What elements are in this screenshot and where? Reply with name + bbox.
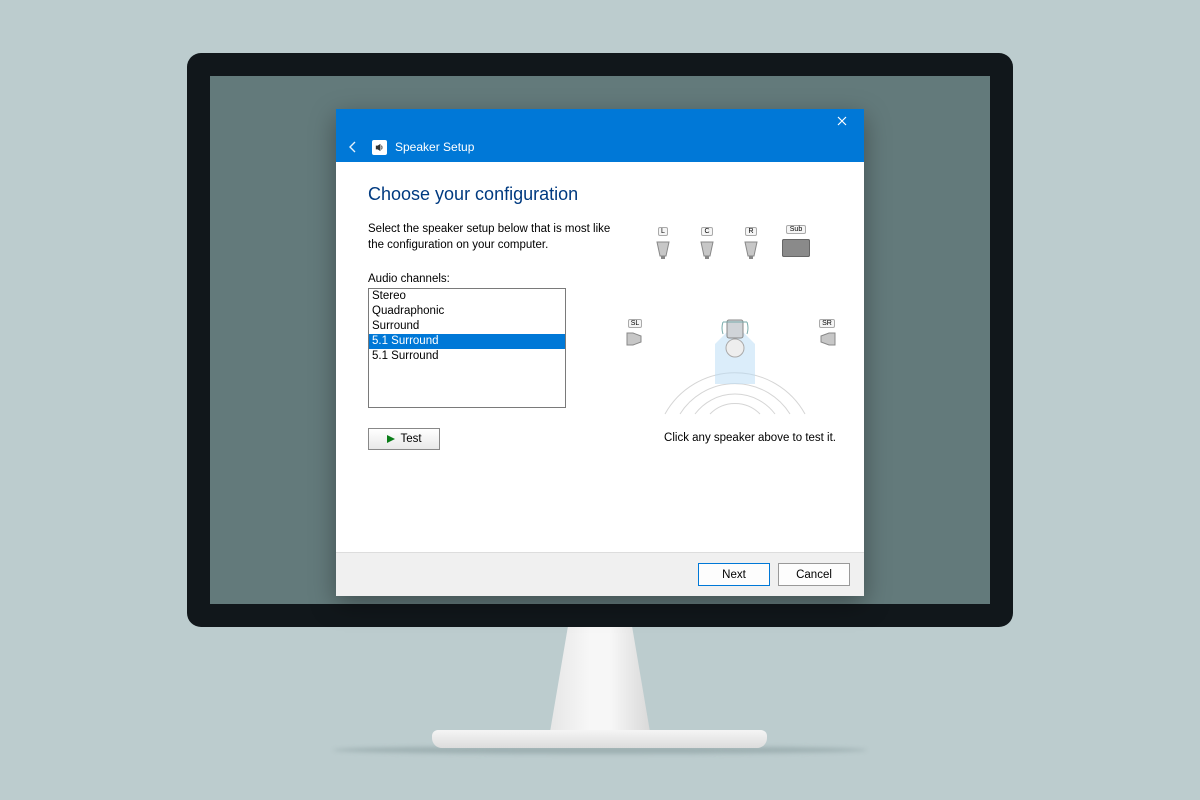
next-button-label: Next: [722, 569, 746, 581]
dialog-footer: Next Cancel: [336, 552, 864, 596]
speaker-side-icon: [817, 330, 837, 348]
dialog-titlebar-top: [336, 109, 864, 132]
speaker-right-label: R: [745, 227, 756, 236]
subtext-line1: Select the speaker setup below that is m…: [368, 223, 610, 235]
speaker-side-left-label: SL: [628, 319, 643, 328]
audio-channels-listbox[interactable]: StereoQuadraphonicSurround5.1 Surround5.…: [368, 288, 566, 408]
monitor-stand-neck: [550, 626, 650, 732]
speaker-side-right-label: SR: [819, 319, 835, 328]
close-icon: [837, 116, 847, 126]
cancel-button[interactable]: Cancel: [778, 563, 850, 586]
test-button-label: Test: [400, 433, 421, 445]
channel-option[interactable]: Surround: [369, 319, 565, 334]
speaker-side-left[interactable]: SL: [624, 312, 646, 348]
test-button[interactable]: Test: [368, 428, 440, 450]
back-arrow-icon: [347, 141, 359, 153]
speaker-center[interactable]: C: [696, 220, 718, 260]
speaker-cone-icon: [654, 238, 672, 260]
speaker-sub-label: Sub: [786, 225, 806, 234]
speaker-diagram: L C R Sub: [630, 218, 840, 398]
speaker-icon: [372, 140, 387, 155]
monitor-screen: Speaker Setup Choose your configuration …: [210, 76, 990, 604]
speaker-right[interactable]: R: [740, 220, 762, 260]
back-button[interactable]: [342, 136, 364, 158]
page-title: Choose your configuration: [368, 184, 832, 205]
monitor-stand-base: [432, 730, 767, 748]
channel-option[interactable]: Stereo: [369, 289, 565, 304]
channel-option[interactable]: 5.1 Surround: [369, 334, 565, 349]
channel-option[interactable]: Quadraphonic: [369, 304, 565, 319]
subwoofer-icon: [782, 239, 810, 257]
speaker-sub[interactable]: Sub: [782, 218, 810, 257]
speaker-center-label: C: [701, 227, 712, 236]
subtext: Select the speaker setup below that is m…: [368, 221, 638, 253]
close-button[interactable]: [820, 109, 864, 132]
listener-icon: [717, 316, 753, 360]
speaker-left-label: L: [658, 227, 668, 236]
speaker-left[interactable]: L: [652, 220, 674, 260]
channel-option[interactable]: 5.1 Surround: [369, 349, 565, 364]
next-button[interactable]: Next: [698, 563, 770, 586]
dialog-titlebar: Speaker Setup: [336, 132, 864, 162]
subtext-line2: the configuration on your computer.: [368, 239, 548, 251]
monitor-frame: Speaker Setup Choose your configuration …: [187, 53, 1013, 627]
speaker-setup-dialog: Speaker Setup Choose your configuration …: [336, 109, 864, 596]
speaker-cone-icon: [742, 238, 760, 260]
dialog-body: Choose your configuration Select the spe…: [336, 162, 864, 552]
dialog-title: Speaker Setup: [395, 140, 474, 154]
play-icon: [386, 434, 396, 444]
speaker-side-icon: [625, 330, 645, 348]
cancel-button-label: Cancel: [796, 569, 832, 581]
speaker-side-right[interactable]: SR: [816, 312, 838, 348]
test-note: Click any speaker above to test it.: [664, 432, 836, 444]
speaker-cone-icon: [698, 238, 716, 260]
